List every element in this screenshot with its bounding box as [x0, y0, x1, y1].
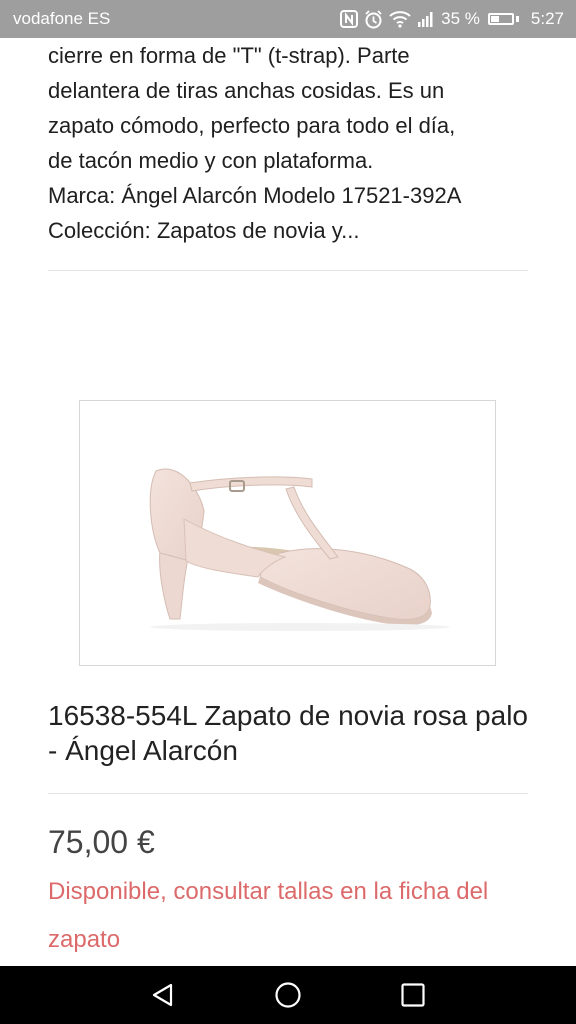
product-description: cierre en forma de "T" (t-strap). Parte …: [48, 38, 528, 248]
home-button[interactable]: [268, 975, 308, 1015]
home-icon: [275, 982, 301, 1008]
description-line: delantera de tiras anchas cosidas. Es un: [48, 78, 445, 103]
description-line: de tacón medio y con plataforma.: [48, 148, 374, 173]
description-line: Marca: Ángel Alarcón Modelo 17521-392A: [48, 183, 462, 208]
carrier-name: vodafone ES: [13, 9, 111, 28]
divider: [48, 793, 528, 794]
product-title[interactable]: 16538-554L Zapato de novia rosa palo - Á…: [48, 698, 528, 768]
system-nav-bar: [0, 966, 576, 1024]
description-line: cierre en forma de "T" (t-strap). Parte: [48, 43, 410, 68]
availability-status: Disponible, consultar tallas en la ficha…: [48, 878, 489, 953]
clock: 5:27: [530, 9, 564, 28]
signal-icon: [417, 11, 435, 27]
description-line: zapato cómodo, perfecto para todo el día…: [48, 113, 456, 138]
alarm-icon: [364, 9, 383, 29]
product-price: 75,00 €: [48, 824, 155, 860]
nfc-icon: [340, 10, 359, 28]
back-button[interactable]: [143, 975, 183, 1015]
status-bar: vodafone ES 35 % 5:27: [0, 0, 576, 38]
wifi-icon: [389, 10, 411, 28]
pink-tstrap-shoe-image: [149, 468, 450, 631]
battery-percent: 35 %: [441, 9, 480, 28]
recents-button[interactable]: [393, 975, 433, 1015]
back-icon: [152, 983, 172, 1007]
product-image[interactable]: [79, 400, 496, 666]
description-line[interactable]: Colección: Zapatos de novia y...: [48, 213, 528, 248]
recents-icon: [401, 983, 425, 1007]
status-icons: 35 % 5:27: [340, 9, 564, 29]
battery-icon: [487, 13, 519, 25]
divider: [48, 270, 528, 271]
